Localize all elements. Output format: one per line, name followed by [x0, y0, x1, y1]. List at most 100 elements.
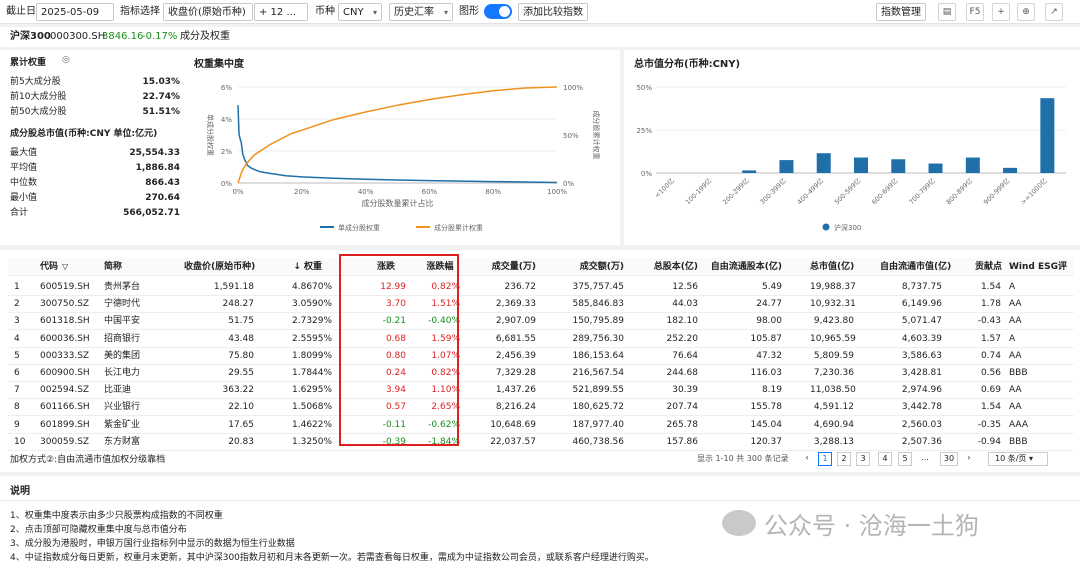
info-icon[interactable]: ◎ [62, 55, 70, 65]
bar [1003, 167, 1018, 173]
stock-code[interactable]: 300059.SZ [40, 433, 89, 451]
column-header[interactable]: 收盘价(原始币种) [184, 258, 255, 276]
stock-name[interactable]: 兴业银行 [104, 398, 140, 416]
table-row[interactable]: 10 300059.SZ 东方财富 20.83 1.3250% -0.39 -1.84% 22… [8, 433, 1074, 451]
column-header[interactable]: ↓ 权重 [292, 258, 322, 276]
table-cell: -0.43 [977, 316, 1001, 327]
tab-components[interactable]: 成分及权重 [180, 27, 230, 47]
table-cell: 7,230.36 [813, 368, 854, 378]
page-1[interactable]: 1 [818, 452, 832, 466]
stock-code[interactable]: 002594.SZ [40, 381, 89, 399]
weighting-method: 加权方式②:自由流通市值加权分级靠档 [10, 455, 166, 465]
stock-code[interactable]: 300750.SZ [40, 295, 89, 313]
table-cell: 5,809.59 [813, 350, 854, 361]
stock-code[interactable]: 600519.SH [40, 278, 90, 296]
index-manage-button[interactable]: 指数管理 [876, 3, 926, 21]
stock-code[interactable]: 601166.SH [40, 398, 90, 416]
stock-code[interactable]: 600900.SH [40, 364, 90, 382]
stock-name[interactable]: 招商银行 [104, 330, 140, 348]
date-picker[interactable]: 2025-05-09 [36, 3, 114, 21]
indicator-select[interactable]: 收盘价(原始币种) [163, 3, 253, 21]
table-row[interactable]: 5 000333.SZ 美的集团 75.80 1.8099% 0.80 1.07% 2,456… [8, 347, 1074, 365]
page-size-select[interactable]: 10 条/页 ▾ [988, 452, 1048, 466]
table-row[interactable]: 8 601166.SH 兴业银行 22.10 1.5068% 0.57 2.65% 8,216… [8, 398, 1074, 417]
index-name: 沪深300 [10, 31, 51, 42]
currency-select[interactable]: CNY ▾ [338, 3, 382, 21]
record-summary: 显示 1-10 共 300 条记录 [697, 454, 789, 463]
table-cell: 10 [14, 436, 26, 447]
table-cell: AAA [1009, 419, 1028, 430]
table-cell: 1.7844% [292, 368, 333, 378]
index-price: 3846.16 [102, 31, 144, 42]
prev-page-icon[interactable]: ‹ [800, 452, 814, 466]
stock-name[interactable]: 宁德时代 [104, 295, 140, 313]
share-icon[interactable]: ↗ [1045, 3, 1063, 21]
table-cell: 1.54 [980, 282, 1001, 292]
distribution-panel: 总市值分布(币种:CNY) 0% 25% 50% <100亿 100-199亿 200-2… [624, 50, 1080, 245]
stock-name[interactable]: 贵州茅台 [104, 278, 140, 296]
rate-select[interactable]: 历史汇率 ▾ [389, 3, 453, 21]
y-axis-label: 单成分股权重 [206, 114, 215, 156]
table-row[interactable]: 6 600900.SH 长江电力 29.55 1.7844% 0.24 0.82% 7,329… [8, 364, 1074, 382]
stock-name[interactable]: 比亚迪 [104, 381, 131, 399]
table-row[interactable]: 2 300750.SZ 宁德时代 248.27 3.0590% 3.70 1.51% 2,36… [8, 295, 1074, 314]
wechat-icon [722, 510, 756, 536]
table-row[interactable]: 9 601899.SH 紫金矿业 17.65 1.4622% -0.11 -0.62% 10,… [8, 416, 1074, 434]
refresh-button[interactable]: F5 [966, 3, 984, 21]
page-5[interactable]: 5 [898, 452, 912, 466]
filter-icon[interactable]: ▽ [62, 258, 68, 276]
column-header[interactable]: 成交量(万) [486, 258, 536, 276]
stock-code[interactable]: 000333.SZ [40, 347, 89, 365]
y-tick-label: 2% [221, 148, 232, 156]
table-cell: 8,737.75 [901, 282, 942, 292]
table-row[interactable]: 7 002594.SZ 比亚迪 363.22 1.6295% 3.94 1.10% 1,437… [8, 381, 1074, 400]
bar [928, 163, 943, 173]
stock-name[interactable]: 长江电力 [104, 364, 140, 382]
table-cell: 585,846.83 [572, 299, 624, 310]
stock-name[interactable]: 中国平安 [104, 312, 140, 330]
stock-name[interactable]: 紫金矿业 [104, 416, 140, 434]
weight-row: 前10大成分股 22.74% [10, 91, 180, 103]
chart-toggle[interactable] [484, 4, 512, 19]
table-row[interactable]: 4 600036.SH 招商银行 43.48 2.5595% 0.68 1.59% 6,681… [8, 330, 1074, 348]
column-header[interactable]: 成交额(万) [564, 258, 624, 276]
table-cell: 155.78 [750, 402, 783, 413]
stock-name[interactable]: 美的集团 [104, 347, 140, 365]
x-tick-label: 900-999亿 [981, 176, 1012, 207]
column-header[interactable]: 简称 [104, 258, 122, 276]
page-30[interactable]: 30 [940, 452, 958, 466]
add-compare-button[interactable]: 添加比较指数 [518, 3, 588, 21]
export-excel-icon[interactable]: ▤ [938, 3, 956, 21]
table-cell: 8,216.24 [495, 402, 536, 413]
page-2[interactable]: 2 [837, 452, 851, 466]
table-cell: 1 [14, 282, 20, 292]
distribution-chart: 0% 25% 50% <100亿 100-199亿 200-299亿 300-399亿 400… [636, 84, 1066, 232]
column-header[interactable]: Wind ESG评 [1009, 258, 1067, 276]
column-header[interactable]: 总股本(亿) [648, 258, 698, 276]
page-4[interactable]: 4 [878, 452, 892, 466]
table-cell: 6,681.55 [495, 333, 536, 344]
indicator-more[interactable]: + 12 ... [254, 3, 308, 21]
next-page-icon[interactable]: › [962, 452, 976, 466]
table-cell: 180,625.72 [572, 402, 624, 413]
row-value: 25,554.33 [129, 148, 180, 158]
stock-code[interactable]: 601318.SH [40, 312, 90, 330]
column-header[interactable]: 自由流通股本(亿) [706, 258, 782, 276]
add-icon[interactable]: + [992, 3, 1010, 21]
column-header[interactable]: 自由流通市值(亿) [880, 258, 951, 276]
bar [816, 153, 831, 173]
column-header[interactable]: 总市值(亿) [810, 258, 854, 276]
stock-code[interactable]: 601899.SH [40, 416, 90, 434]
table-cell: 236.72 [504, 282, 537, 292]
column-header[interactable]: 代码 [40, 258, 58, 276]
table-cell: BBB [1009, 436, 1028, 447]
column-header[interactable]: 贡献点 [975, 258, 1002, 276]
stock-code[interactable]: 600036.SH [40, 330, 90, 348]
zoom-icon[interactable]: ⊕ [1017, 3, 1035, 21]
chevron-down-icon: ▾ [372, 8, 377, 17]
table-row[interactable]: 1 600519.SH 贵州茅台 1,591.18 4.8670% 12.99 0.82% 2… [8, 278, 1074, 296]
table-cell: 182.10 [666, 316, 699, 327]
stock-name[interactable]: 东方财富 [104, 433, 140, 451]
page-3[interactable]: 3 [856, 452, 870, 466]
table-row[interactable]: 3 601318.SH 中国平安 51.75 2.7329% -0.21 -0.40% 2,9… [8, 312, 1074, 331]
